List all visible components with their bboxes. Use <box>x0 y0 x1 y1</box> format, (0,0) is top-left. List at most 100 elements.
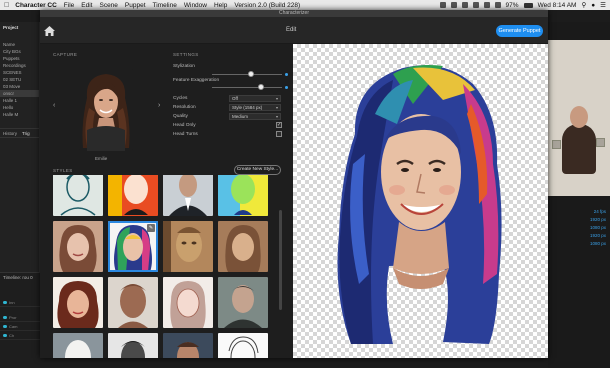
project-item[interactable]: SCENES <box>0 69 39 76</box>
stylization-label: Stylization <box>173 64 195 69</box>
style-thumbnail-painted-portrait[interactable] <box>53 221 103 272</box>
menu-help[interactable]: Help <box>214 2 227 9</box>
project-panel-title[interactable]: Project <box>0 24 39 31</box>
menu-scene[interactable]: Scene <box>99 2 117 9</box>
capture-section-title: CAPTURE <box>53 52 78 57</box>
project-item[interactable]: 03 Move <box>0 83 39 90</box>
project-item[interactable]: Recordings <box>0 62 39 69</box>
sync-icon[interactable] <box>461 2 468 8</box>
project-item[interactable]: City BGs <box>0 48 39 55</box>
next-capture-arrow-icon[interactable]: › <box>158 102 160 109</box>
app-menu[interactable]: Character CC <box>15 2 57 9</box>
siri-icon[interactable]: ● <box>591 2 595 9</box>
style-thumbnail-pencil-sketch[interactable] <box>163 277 213 328</box>
timeline-track[interactable]: Inn <box>0 298 40 307</box>
project-item[interactable]: Puppets <box>0 55 39 62</box>
menu-edit[interactable]: Edit <box>81 2 92 9</box>
style-thumbnail-pop-orange[interactable] <box>108 175 158 216</box>
style-thumbnail-line-sketch[interactable] <box>218 333 268 358</box>
head-only-checkbox[interactable]: ✓ <box>276 122 282 128</box>
menu-timeline[interactable]: Timeline <box>153 2 177 9</box>
project-item[interactable]: Hello <box>0 104 39 111</box>
visibility-icon[interactable] <box>3 315 7 319</box>
head-only-label: Head Only <box>173 123 196 128</box>
display-icon[interactable] <box>472 2 479 8</box>
resolution-select[interactable]: Style (1584 px) ▾ <box>229 104 281 111</box>
settings-pane: CAPTURE ‹ › Emilie SETTINGS Stylization <box>40 44 293 358</box>
cloud-icon[interactable] <box>439 2 446 8</box>
cycles-select[interactable]: Off ▾ <box>229 95 281 102</box>
style-thumbnail-grey-photo[interactable] <box>218 277 268 328</box>
visibility-icon[interactable] <box>3 300 7 304</box>
property-value[interactable]: 1080 px <box>548 240 610 248</box>
menu-window[interactable]: Window <box>184 2 207 9</box>
menu-file[interactable]: File <box>64 2 74 9</box>
style-thumbnail-rainbow-paint[interactable] <box>108 221 158 272</box>
clock[interactable]: Wed 8:14 AM <box>538 2 577 9</box>
timeline-track[interactable]: Cam <box>0 322 40 331</box>
stylization-slider-knob[interactable] <box>247 71 254 77</box>
name-column-header[interactable]: Name <box>0 41 39 48</box>
webcam-preview <box>548 40 610 196</box>
style-thumbnail-bw-photo[interactable] <box>108 333 158 358</box>
timeline-track[interactable]: Pror <box>0 313 40 322</box>
search-icon[interactable]: ⚲ <box>581 1 586 9</box>
tab-history[interactable]: History <box>3 131 17 136</box>
project-item[interactable]: 02 SETU <box>0 76 39 83</box>
home-icon[interactable] <box>44 26 55 36</box>
create-new-style-button[interactable]: Create New Style... <box>234 165 281 175</box>
menu-puppet[interactable]: Puppet <box>125 2 146 9</box>
style-thumbnail-beard-photo[interactable] <box>163 333 213 358</box>
dialog-title: Characterizer <box>40 10 548 17</box>
quality-select[interactable]: Medium ▾ <box>229 113 281 120</box>
dropbox-icon[interactable] <box>450 2 457 8</box>
style-thumbnail-line-art[interactable] <box>53 175 103 216</box>
property-value[interactable]: 1080 px <box>548 224 610 232</box>
scene-properties: 24 fps 1920 px 1080 px 1920 px 1080 px <box>548 208 610 248</box>
style-thumbnail-neon-pop[interactable] <box>218 175 268 216</box>
capture-photo[interactable] <box>79 68 133 151</box>
style-thumbnail-white-bust[interactable] <box>53 333 103 358</box>
property-value[interactable]: 1920 px <box>548 216 610 224</box>
stylization-slider[interactable] <box>212 71 288 77</box>
wifi-icon[interactable] <box>494 2 501 8</box>
stylized-portrait-preview <box>337 65 502 344</box>
style-thumbnail-clay-tiki[interactable] <box>163 221 213 272</box>
style-thumbnail-suit-photo[interactable] <box>163 175 213 216</box>
dialog-toolbar: Edit Generate Puppet <box>40 17 548 44</box>
apple-menu-icon[interactable]:  <box>4 2 9 9</box>
style-thumbnail-wood-carving[interactable] <box>218 221 268 272</box>
feature-exaggeration-label: Feature Exaggeration <box>173 78 220 83</box>
project-item[interactable]: Halle 1 <box>0 97 39 104</box>
wall-frame <box>596 138 605 147</box>
property-value[interactable]: 1920 px <box>548 232 610 240</box>
style-thumbnail-clay-bust[interactable] <box>108 277 158 328</box>
status-tray: 97% Wed 8:14 AM ⚲ ● ☰ <box>439 0 606 10</box>
timeline-title[interactable]: Timeline: rou 0 <box>0 273 40 282</box>
head-turns-checkbox[interactable] <box>276 131 282 137</box>
timeline-track[interactable]: Ch <box>0 331 40 340</box>
timeline-panel: Timeline: rou 0 Inn Pror Cam Ch <box>0 272 40 368</box>
bluetooth-icon[interactable] <box>483 2 490 8</box>
visibility-icon[interactable] <box>3 333 7 337</box>
generate-puppet-button[interactable]: Generate Puppet <box>496 25 543 37</box>
battery-icon[interactable] <box>523 2 533 8</box>
styles-scrollbar[interactable] <box>279 210 282 310</box>
battery-percent: 97% <box>505 1 519 9</box>
notification-center-icon[interactable]: ☰ <box>600 1 606 9</box>
resolution-label: Resolution <box>173 105 196 110</box>
characterizer-dialog: Characterizer Edit Generate Puppet CAPTU… <box>40 10 548 358</box>
styles-grid: ✎ <box>53 175 273 358</box>
project-item[interactable]: Halle M <box>0 111 39 118</box>
tab-triggers[interactable]: Trig <box>22 131 30 136</box>
feature-exaggeration-slider[interactable] <box>212 84 288 90</box>
previous-capture-arrow-icon[interactable]: ‹ <box>53 102 55 109</box>
feature-exaggeration-slider-knob[interactable] <box>258 84 264 90</box>
style-thumbnail-ink-watercolor[interactable] <box>53 277 103 328</box>
property-value[interactable]: 24 fps <box>548 208 610 216</box>
panel-tabs: History Trig <box>0 128 40 138</box>
visibility-icon[interactable] <box>3 324 7 328</box>
chevron-down-icon: ▾ <box>275 105 278 110</box>
stylization-indicator <box>285 73 288 76</box>
project-item[interactable]: onscr <box>0 90 39 97</box>
